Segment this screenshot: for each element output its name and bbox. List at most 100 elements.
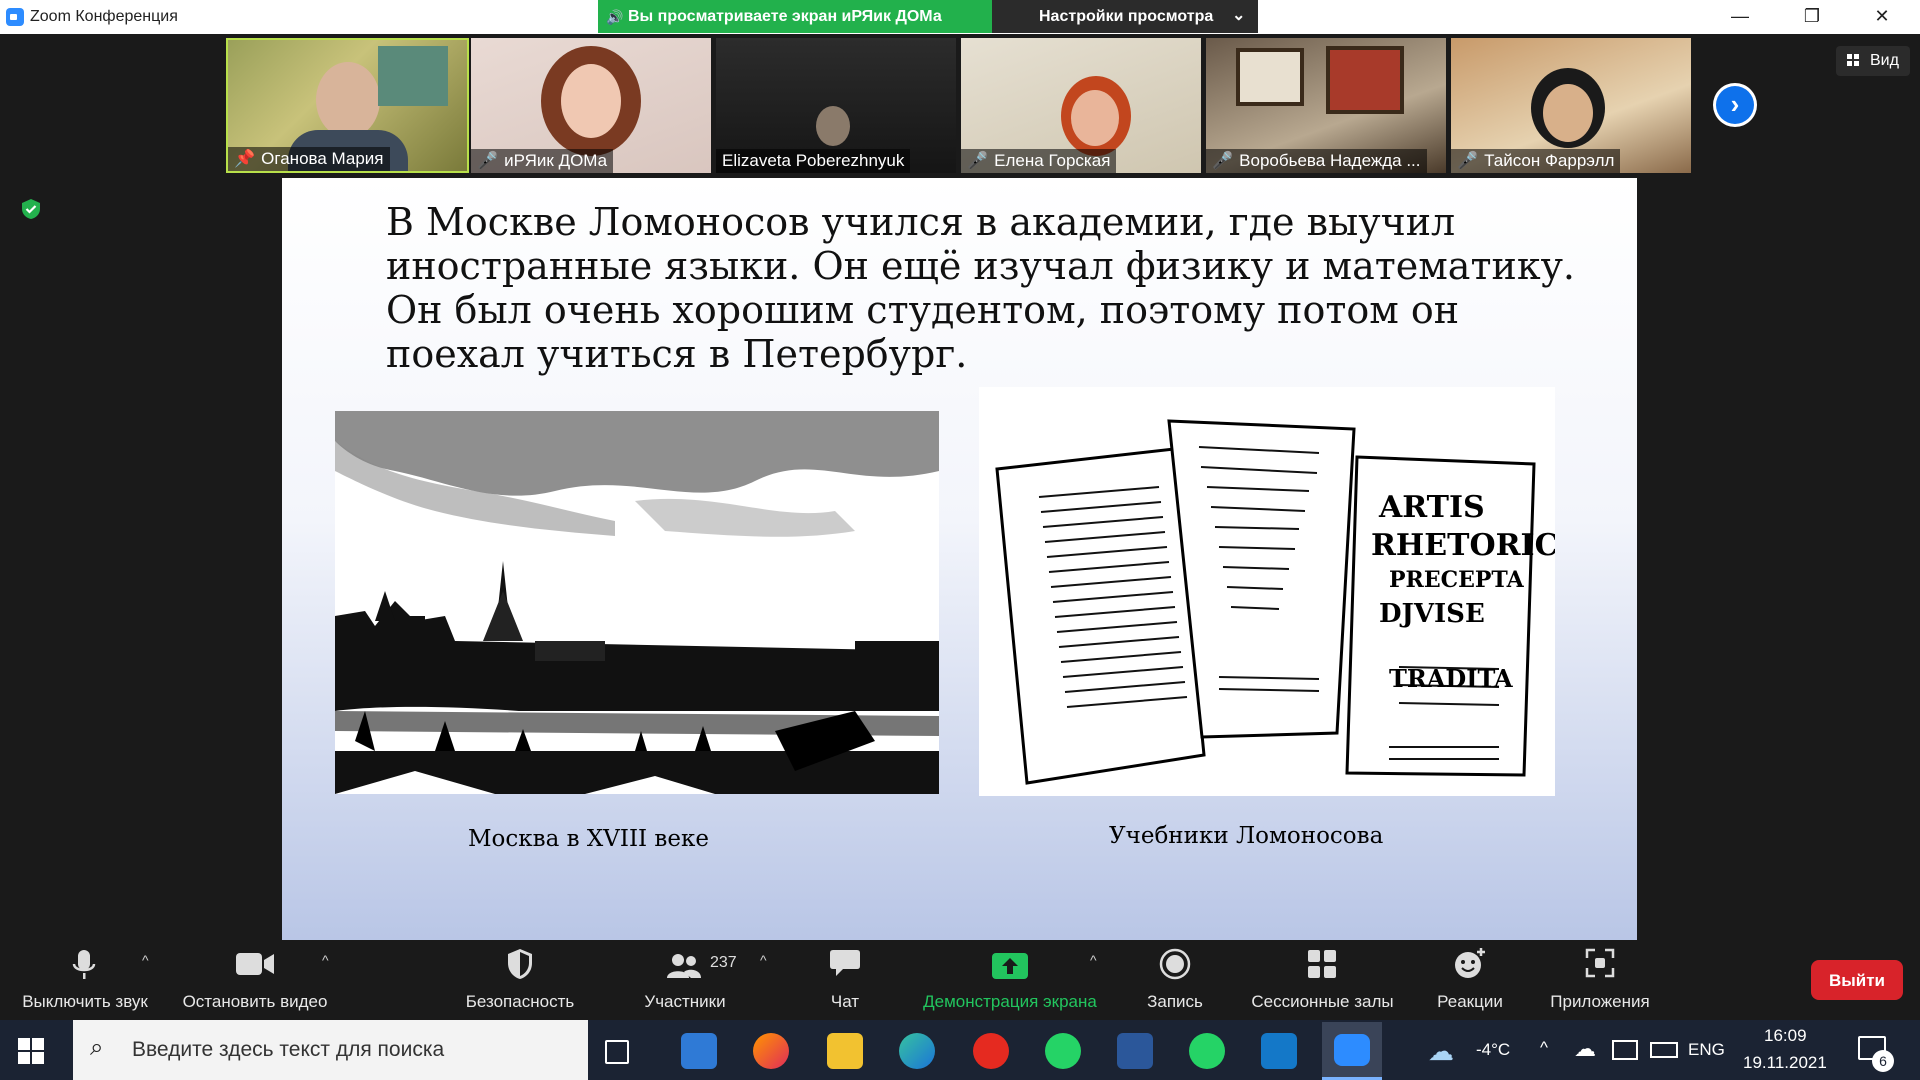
security-label: Безопасность — [465, 992, 575, 1011]
reactions-button[interactable]: Реакции — [1420, 940, 1520, 1012]
file-explorer-app-icon[interactable] — [827, 1033, 863, 1069]
view-button[interactable]: Вид — [1836, 46, 1910, 76]
whatsapp-app-icon-2[interactable] — [1189, 1033, 1225, 1069]
weather-temperature[interactable]: -4°C — [1476, 1040, 1510, 1060]
stop-video-button[interactable]: Остановить видео — [175, 940, 335, 1012]
participant-face — [1071, 90, 1119, 146]
battery-icon[interactable] — [1650, 1042, 1678, 1058]
search-icon: ⌕ — [90, 1034, 104, 1061]
reactions-label: Реакции — [1437, 992, 1503, 1011]
task-view-icon[interactable] — [605, 1040, 629, 1064]
weather-cloud-icon: ☁ — [1428, 1036, 1454, 1066]
video-camera-icon — [236, 953, 274, 975]
edge-app-icon[interactable] — [899, 1033, 935, 1069]
active-zoom-taskbar-slot[interactable] — [1322, 1022, 1382, 1080]
onedrive-cloud-icon[interactable]: ☁ — [1574, 1036, 1596, 1062]
caption-textbooks: Учебники Ломоносова — [1109, 823, 1384, 849]
chat-button[interactable]: Чат — [800, 940, 890, 1012]
window-title: Zoom Конференция — [30, 8, 178, 25]
mail-app-icon[interactable] — [681, 1033, 717, 1069]
firefox-app-icon[interactable] — [753, 1033, 789, 1069]
breakout-rooms-button[interactable]: Сессионные залы — [1240, 940, 1405, 1012]
share-screen-label: Демонстрация экрана — [923, 992, 1097, 1011]
participants-icon — [667, 954, 701, 978]
participant-tile[interactable]: 🎤 Воробьева Надежда ... — [1206, 38, 1446, 173]
mute-button[interactable]: Выключить звук — [10, 940, 160, 1012]
participant-tile[interactable]: 🎤 иРЯик ДОМа — [471, 38, 711, 173]
svg-text:TRADITA: TRADITA — [1389, 664, 1513, 693]
participant-tile[interactable]: 🎤 Елена Горская — [961, 38, 1201, 173]
participants-options-caret[interactable]: ^ — [760, 952, 767, 968]
participant-name: 🎤 Тайсон Фаррэлл — [1451, 149, 1621, 173]
apps-button[interactable]: Приложения — [1535, 940, 1665, 1012]
participants-label: Участники — [644, 992, 726, 1011]
media-player-app-icon[interactable] — [1261, 1033, 1297, 1069]
view-settings-dropdown[interactable]: Настройки просмотра ⌄ — [992, 0, 1258, 33]
chat-bubble-icon — [830, 950, 860, 976]
leave-meeting-button[interactable]: Выйти — [1811, 960, 1903, 1000]
yandex-app-icon[interactable] — [973, 1033, 1009, 1069]
clock-time[interactable]: 16:09 — [1764, 1026, 1807, 1046]
svg-text:DJVISE: DJVISE — [1379, 599, 1485, 629]
shared-screen-slide: В Москве Ломоносов учился в академии, гд… — [282, 178, 1637, 940]
video-options-caret[interactable]: ^ — [322, 952, 329, 968]
tray-chevron-up-icon[interactable]: ^ — [1540, 1038, 1548, 1058]
pin-icon: 📌 — [234, 149, 256, 168]
breakout-rooms-label: Сессионные залы — [1251, 992, 1394, 1011]
zoom-app-icon — [6, 8, 24, 26]
notification-count-badge: 6 — [1872, 1050, 1894, 1072]
shield-icon — [508, 949, 532, 979]
lomonosov-textbooks-image: ARTIS RHETORICA PRECEPTA DJVISE TRADITA — [979, 387, 1555, 796]
security-button[interactable]: Безопасность — [455, 940, 585, 1012]
whatsapp-app-icon[interactable] — [1045, 1033, 1081, 1069]
participants-button[interactable]: 237 Участники — [625, 940, 745, 1012]
view-settings-label: Настройки просмотра — [1039, 8, 1214, 25]
participant-tile[interactable]: Elizaveta Poberezhnyuk — [716, 38, 956, 173]
taskbar-search-box[interactable]: ⌕ Введите здесь текст для поиска — [73, 1020, 588, 1080]
language-indicator[interactable]: ENG — [1688, 1040, 1725, 1060]
close-button[interactable]: ✕ — [1854, 0, 1910, 33]
mute-label: Выключить звук — [22, 992, 148, 1011]
apps-icon — [1585, 948, 1615, 978]
participant-face — [1543, 84, 1593, 142]
windows-start-button[interactable] — [18, 1038, 44, 1064]
participant-tile[interactable]: 🎤 Тайсон Фаррэлл — [1451, 38, 1691, 173]
participant-face — [316, 62, 380, 138]
participant-tile[interactable]: 📌 Оганова Мария — [226, 38, 469, 173]
maximize-button[interactable]: ❐ — [1784, 0, 1840, 33]
audio-options-caret[interactable]: ^ — [142, 952, 149, 968]
wall-painting — [378, 46, 448, 106]
participant-name: 🎤 Елена Горская — [961, 149, 1117, 173]
chevron-down-icon: ⌄ — [1232, 7, 1246, 24]
share-screen-icon — [992, 953, 1028, 979]
participant-face — [561, 64, 621, 138]
participant-name: Elizaveta Poberezhnyuk — [716, 149, 911, 173]
encryption-shield-icon[interactable] — [20, 198, 42, 220]
search-placeholder: Введите здесь текст для поиска — [132, 1038, 445, 1061]
record-icon — [1159, 948, 1191, 980]
participant-name: 🎤 Воробьева Надежда ... — [1206, 149, 1427, 173]
network-icon[interactable] — [1612, 1040, 1638, 1060]
share-banner-text: Вы просматриваете экран иРЯик ДОМа — [628, 8, 942, 25]
participant-name: 🎤 иРЯик ДОМа — [471, 149, 614, 173]
minimize-button[interactable]: — — [1712, 0, 1768, 33]
zoom-taskbar-icon — [1334, 1034, 1370, 1066]
participant-name: 📌 Оганова Мария — [228, 147, 390, 171]
mic-muted-icon: 🎤 — [1457, 151, 1479, 170]
stop-video-label: Остановить видео — [182, 992, 328, 1011]
wall-frame — [1326, 46, 1404, 114]
share-screen-button[interactable]: Демонстрация экрана — [905, 940, 1115, 1012]
clock-date[interactable]: 19.11.2021 — [1743, 1053, 1827, 1073]
caption-moscow: Москва в XVIII веке — [468, 826, 709, 852]
slide-text: В Москве Ломоносов учился в академии, гд… — [386, 200, 1576, 376]
mic-muted-icon: 🎤 — [477, 151, 499, 170]
next-page-button[interactable]: › — [1713, 83, 1757, 127]
word-app-icon[interactable] — [1117, 1033, 1153, 1069]
microphone-icon — [72, 950, 96, 979]
record-button[interactable]: Запись — [1130, 940, 1220, 1012]
share-options-caret[interactable]: ^ — [1090, 952, 1097, 968]
svg-text:ARTIS: ARTIS — [1378, 490, 1485, 525]
chevron-right-icon: › — [1716, 86, 1754, 124]
speaker-icon: 🔊 — [606, 9, 624, 25]
view-label: Вид — [1870, 52, 1899, 69]
